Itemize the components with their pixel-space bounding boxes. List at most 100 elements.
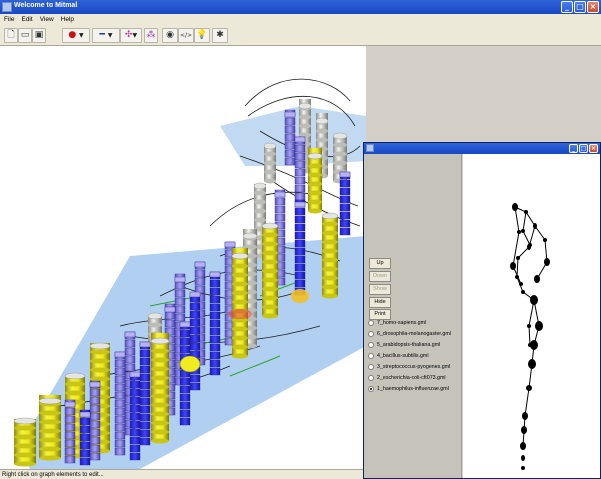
stack-segment-rim bbox=[151, 429, 169, 435]
maximize-button[interactable]: □ bbox=[574, 1, 586, 13]
list-item[interactable]: 6_drosophila-melanogaster.gml bbox=[368, 329, 451, 339]
html-export-button[interactable]: </> bbox=[178, 28, 194, 43]
graph-node[interactable] bbox=[527, 324, 531, 328]
graph-2d-view[interactable] bbox=[463, 154, 600, 478]
node-stack[interactable] bbox=[189, 291, 201, 391]
stack-segment-rim bbox=[232, 290, 248, 296]
radio-button-selected[interactable] bbox=[368, 386, 374, 392]
graph-node[interactable] bbox=[528, 359, 536, 369]
stack-segment bbox=[89, 420, 101, 429]
stack-segment-rim bbox=[299, 123, 311, 129]
stack-segment-rim bbox=[39, 419, 61, 425]
radio-button[interactable] bbox=[368, 342, 374, 348]
menu-help[interactable]: Help bbox=[61, 14, 74, 25]
graph-node[interactable] bbox=[524, 210, 528, 214]
down-button[interactable]: Down bbox=[369, 271, 391, 282]
graph-node[interactable] bbox=[526, 385, 532, 391]
graph-node[interactable] bbox=[517, 230, 521, 234]
3d-graph-canvas[interactable] bbox=[0, 46, 366, 469]
radio-button[interactable] bbox=[368, 364, 374, 370]
open-button[interactable]: ▭ bbox=[18, 28, 32, 43]
find-button[interactable]: ◉ bbox=[162, 28, 178, 43]
radio-button[interactable] bbox=[368, 353, 374, 359]
radio-button[interactable] bbox=[368, 375, 374, 381]
graph-node[interactable] bbox=[521, 229, 525, 233]
lightbulb-button[interactable]: 💡 bbox=[194, 28, 210, 43]
up-button[interactable]: Up bbox=[369, 258, 391, 269]
graph-node[interactable] bbox=[515, 275, 519, 279]
node-stack[interactable] bbox=[231, 248, 249, 359]
graph-node[interactable] bbox=[512, 203, 518, 211]
menu-file[interactable]: File bbox=[4, 14, 14, 25]
node-stack[interactable] bbox=[261, 222, 279, 319]
show-button[interactable]: Show bbox=[369, 284, 391, 295]
minimize-button[interactable]: _ bbox=[561, 1, 573, 13]
graph-node[interactable] bbox=[530, 295, 538, 305]
list-item[interactable]: 3_streptococcus-pyogenes.gml bbox=[368, 362, 450, 372]
node-stack[interactable] bbox=[307, 148, 323, 214]
node-stack[interactable] bbox=[38, 395, 62, 461]
new-button[interactable]: 🗋 bbox=[4, 28, 18, 43]
node-stack[interactable] bbox=[339, 171, 351, 236]
node-stack[interactable] bbox=[129, 371, 141, 461]
window-controls: _ □ × bbox=[561, 1, 599, 13]
graph-node[interactable] bbox=[520, 442, 526, 450]
menu-edit[interactable]: Edit bbox=[21, 14, 32, 25]
graph-node[interactable] bbox=[522, 412, 528, 420]
layout-button[interactable]: ✣▼ bbox=[120, 28, 142, 43]
nodes-button[interactable]: ⁂ bbox=[144, 28, 158, 43]
menu-view[interactable]: View bbox=[40, 14, 54, 25]
node-stack[interactable] bbox=[263, 142, 277, 184]
stack-segment bbox=[129, 436, 141, 445]
stack-segment-rim bbox=[264, 169, 276, 175]
graph-node[interactable] bbox=[519, 282, 523, 286]
close-button[interactable]: × bbox=[589, 144, 598, 153]
stack-segment-rim bbox=[232, 272, 248, 278]
edge-style-button[interactable]: ━ ▼ bbox=[92, 28, 120, 43]
graph-node[interactable] bbox=[510, 262, 516, 270]
node-stack[interactable] bbox=[79, 409, 91, 466]
graph-node[interactable] bbox=[521, 466, 525, 470]
stack-cap bbox=[339, 171, 351, 178]
graph-node[interactable] bbox=[521, 455, 525, 461]
save-button[interactable]: ▣ bbox=[32, 28, 46, 43]
list-item[interactable]: 2_escherichia-coli-cft073.gml bbox=[368, 373, 446, 383]
graph-node[interactable] bbox=[533, 223, 537, 229]
list-item[interactable]: 1_haemophilus-influenzae.gml bbox=[368, 384, 449, 394]
list-item[interactable]: 7_homo-sapiens.gml bbox=[368, 318, 426, 328]
maximize-button[interactable]: □ bbox=[579, 144, 588, 153]
graph-node[interactable] bbox=[521, 290, 525, 294]
graph-node[interactable] bbox=[528, 343, 532, 347]
hide-button[interactable]: Hide bbox=[369, 297, 391, 308]
highlight-node[interactable] bbox=[291, 289, 309, 303]
minimize-button[interactable]: _ bbox=[569, 144, 578, 153]
settings-button[interactable]: ✱ bbox=[212, 28, 228, 43]
close-button[interactable]: × bbox=[587, 1, 599, 13]
node-stack[interactable] bbox=[321, 212, 339, 299]
file-label: 7_homo-sapiens.gml bbox=[377, 320, 427, 326]
highlight-node[interactable] bbox=[179, 355, 201, 373]
stack-segment bbox=[339, 187, 351, 196]
graph-node[interactable] bbox=[544, 258, 550, 266]
list-item[interactable]: 5_arabidopsis-thaliana.gml bbox=[368, 340, 440, 350]
graph-node[interactable] bbox=[527, 244, 531, 250]
stack-segment bbox=[209, 359, 221, 368]
node-stack[interactable] bbox=[13, 417, 37, 467]
stack-segment bbox=[179, 401, 191, 410]
graph-node[interactable] bbox=[534, 275, 540, 283]
layer-window-title-bar: _ □ × bbox=[364, 143, 600, 154]
node-stack[interactable] bbox=[150, 333, 170, 444]
graph-node[interactable] bbox=[516, 256, 520, 260]
radio-button[interactable] bbox=[368, 320, 374, 326]
node-stack[interactable] bbox=[284, 109, 296, 166]
stack-segment bbox=[164, 311, 176, 320]
stack-segment-rim bbox=[151, 438, 169, 444]
list-item[interactable]: 4_bacillus-subtilis.gml bbox=[368, 351, 429, 361]
stack-cap bbox=[298, 102, 312, 110]
graph-node[interactable] bbox=[543, 238, 547, 242]
graph-node[interactable] bbox=[521, 426, 527, 434]
radio-button[interactable] bbox=[368, 331, 374, 337]
stack-segment bbox=[194, 277, 206, 286]
graph-node[interactable] bbox=[535, 321, 543, 331]
node-color-button[interactable]: ● ▼ bbox=[62, 28, 90, 43]
